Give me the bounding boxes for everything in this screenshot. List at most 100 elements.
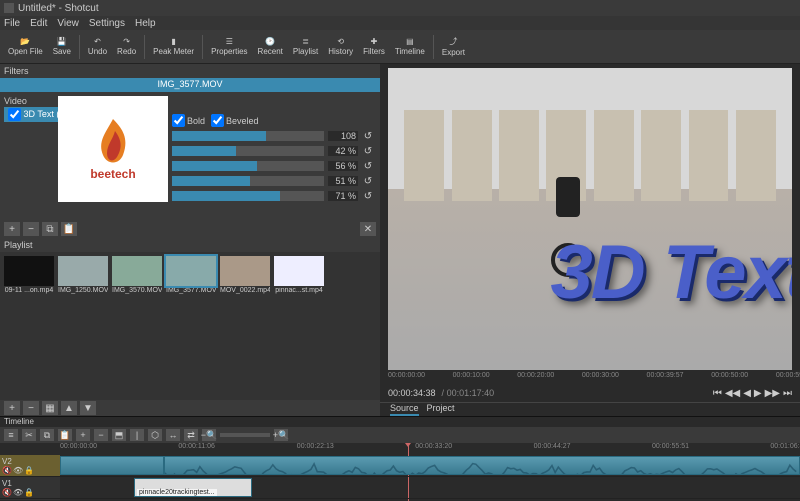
filter-reset-0-button[interactable]: ↺	[362, 130, 374, 142]
toolbar-filters-button[interactable]: ✚Filters	[361, 37, 387, 56]
toolbar-export-button[interactable]: ⤴Export	[440, 36, 467, 57]
playlist-item-5[interactable]: pinnac...st.mp4	[274, 256, 324, 294]
track-row-V2[interactable]	[60, 455, 800, 477]
export-icon: ⤴	[449, 36, 457, 47]
playlist-icon: ≣	[302, 37, 309, 46]
playlist-name: 09-11 ...on.mp4	[4, 287, 54, 294]
beveled-checkbox[interactable]: Beveled	[211, 114, 259, 127]
playlist-thumb	[4, 256, 54, 286]
menu-help[interactable]: Help	[135, 18, 156, 29]
tl-delete-button[interactable]: −	[94, 429, 108, 441]
filter-enable-checkbox[interactable]	[8, 108, 21, 121]
mute-icon[interactable]: 🔇	[2, 466, 12, 475]
skip-end-button[interactable]: ⏭	[783, 388, 792, 399]
menu-view[interactable]: View	[57, 18, 79, 29]
track-head-V1[interactable]: V1🔇👁🔒	[0, 477, 60, 499]
close-filter-button[interactable]: ✕	[360, 222, 376, 236]
tl-cut-button[interactable]: ✂	[22, 429, 36, 441]
preview-tabs: Source Project	[380, 402, 800, 416]
playlist-down-button[interactable]: ▼	[80, 401, 96, 415]
tl-scrub-button[interactable]: ↔	[166, 429, 180, 441]
playlist-remove-button[interactable]: −	[23, 401, 39, 415]
tl-zoom-in-button[interactable]: +🔍	[274, 429, 288, 441]
filters-panel-header: Filters	[0, 64, 380, 78]
toolbar-history-button[interactable]: ⟲History	[326, 37, 355, 56]
filter-value-4[interactable]: 71 %	[328, 191, 358, 201]
playlist-up-button[interactable]: ▲	[61, 401, 77, 415]
menu-edit[interactable]: Edit	[30, 18, 47, 29]
playlist-item-1[interactable]: IMG_1250.MOV	[58, 256, 108, 294]
clip-1-0[interactable]: pinnacle20trackingtest...	[134, 478, 252, 497]
toolbar-playlist-button[interactable]: ≣Playlist	[291, 37, 320, 56]
tl-overwrite-button[interactable]: ⬒	[112, 429, 126, 441]
menu-file[interactable]: File	[4, 18, 20, 29]
filter-reset-3-button[interactable]: ↺	[362, 175, 374, 187]
toolbar-peak-button[interactable]: ▮Peak Meter	[151, 37, 196, 56]
playlist-item-0[interactable]: 09-11 ...on.mp4	[4, 256, 54, 294]
tl-ripple-button[interactable]: ⇄	[184, 429, 198, 441]
tl-split-button[interactable]: |	[130, 429, 144, 441]
remove-filter-button[interactable]: −	[23, 222, 39, 236]
toolbar-recent-button[interactable]: 🕑Recent	[256, 37, 285, 56]
preview-ruler[interactable]: 00:00:00:0000:00:10:0000:00:20:0000:00:3…	[388, 372, 792, 384]
clip-0-1[interactable]	[164, 456, 800, 475]
lock-icon[interactable]: 🔒	[24, 488, 34, 497]
toolbar-open-button[interactable]: 📂Open File	[6, 37, 45, 56]
track-head-V2[interactable]: V2🔇👁🔒	[0, 455, 60, 477]
filter-slider-3[interactable]	[172, 176, 324, 186]
tl-copy-button[interactable]: ⧉	[40, 429, 54, 441]
filter-slider-1[interactable]	[172, 146, 324, 156]
toolbar-props-button[interactable]: ☰Properties	[209, 37, 249, 56]
timeline-ruler[interactable]: 00:00:00:0000:00:11:0600:00:22:1300:00:3…	[60, 443, 800, 455]
filter-reset-1-button[interactable]: ↺	[362, 145, 374, 157]
hide-icon[interactable]: 👁	[13, 488, 23, 497]
playlist-add-button[interactable]: +	[4, 401, 20, 415]
timeline-icon: ▤	[406, 37, 414, 46]
toolbar-timeline-button[interactable]: ▤Timeline	[393, 37, 427, 56]
frame-back-button[interactable]: ◀◀	[725, 388, 740, 399]
bold-checkbox[interactable]: Bold	[172, 114, 205, 127]
filter-reset-4-button[interactable]: ↺	[362, 190, 374, 202]
tl-snap-button[interactable]: ⬡	[148, 429, 162, 441]
filters-clip-tab[interactable]: IMG_3577.MOV	[0, 78, 380, 92]
filter-slider-2[interactable]	[172, 161, 324, 171]
tl-zoom-slider[interactable]	[220, 433, 270, 437]
preview-viewport[interactable]: 3D Text	[388, 68, 792, 370]
track-row-V1[interactable]: pinnacle20trackingtest...	[60, 477, 800, 499]
play-back-button[interactable]: ◀	[743, 388, 751, 399]
playlist-item-3[interactable]: IMG_3577.MOV	[166, 256, 216, 294]
skip-start-button[interactable]: ⏮	[713, 388, 722, 399]
filter-value-3[interactable]: 51 %	[328, 176, 358, 186]
filter-value-1[interactable]: 42 %	[328, 146, 358, 156]
paste-filter-button[interactable]: 📋	[61, 222, 77, 236]
tl-append-button[interactable]: +	[76, 429, 90, 441]
tl-menu-button[interactable]: ≡	[4, 429, 18, 441]
toolbar-undo-button[interactable]: ↶Undo	[86, 37, 109, 56]
filter-slider-0[interactable]	[172, 131, 324, 141]
frame-fwd-button[interactable]: ▶▶	[765, 388, 780, 399]
menu-settings[interactable]: Settings	[89, 18, 125, 29]
timecode-current[interactable]: 00:00:34:38	[388, 388, 436, 398]
mute-icon[interactable]: 🔇	[2, 488, 12, 497]
clip-0-0[interactable]	[60, 456, 164, 475]
tab-project[interactable]: Project	[427, 403, 455, 416]
filter-reset-2-button[interactable]: ↺	[362, 160, 374, 172]
playlist-item-2[interactable]: IMG_3570.MOV	[112, 256, 162, 294]
tl-zoom-out-button[interactable]: −🔍	[202, 429, 216, 441]
toolbar-redo-button[interactable]: ↷Redo	[115, 37, 138, 56]
copy-filter-button[interactable]: ⧉	[42, 222, 58, 236]
playlist-item-4[interactable]: MOV_0022.mp4	[220, 256, 270, 294]
preview-scene: 3D Text	[388, 68, 792, 370]
filters-body: Video 3D Text (HTML) beetech Bold Bevele…	[0, 92, 380, 220]
add-filter-button[interactable]: +	[4, 222, 20, 236]
toolbar-save-button[interactable]: 💾Save	[51, 37, 73, 56]
lock-icon[interactable]: 🔒	[24, 466, 34, 475]
play-button[interactable]: ▶	[754, 388, 762, 399]
playlist-view-button[interactable]: ▦	[42, 401, 58, 415]
hide-icon[interactable]: 👁	[13, 466, 23, 475]
tab-source[interactable]: Source	[390, 403, 419, 416]
filter-value-2[interactable]: 56 %	[328, 161, 358, 171]
tl-paste-button[interactable]: 📋	[58, 429, 72, 441]
filter-value-0[interactable]: 108	[328, 131, 358, 141]
filter-slider-4[interactable]	[172, 191, 324, 201]
